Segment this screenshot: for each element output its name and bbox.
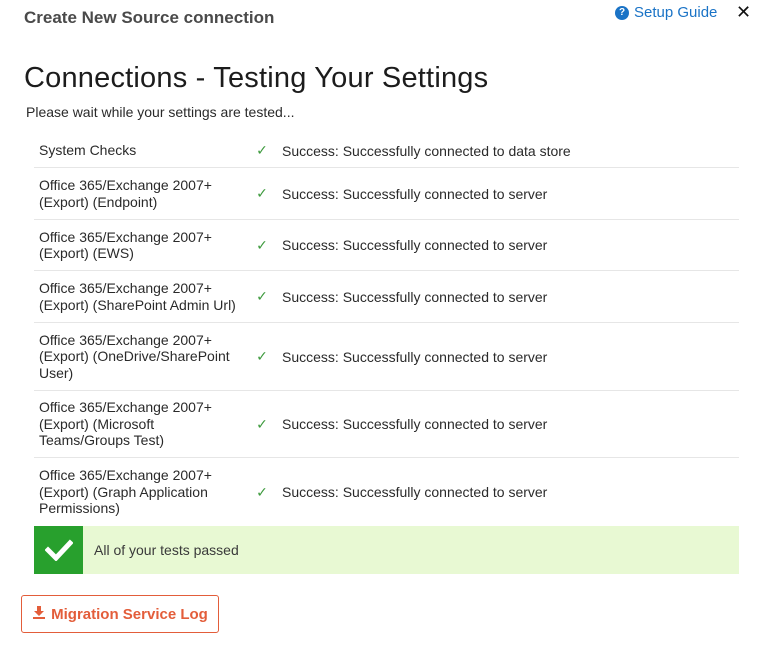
log-button-label: Migration Service Log — [51, 605, 208, 623]
test-message: Success: Successfully connected to serve… — [282, 484, 548, 500]
test-message: Success: Successfully connected to serve… — [282, 416, 548, 432]
test-message: Success: Successfully connected to serve… — [282, 288, 548, 305]
test-name: Office 365/Exchange 2007+ (Export) (Micr… — [39, 399, 212, 449]
test-message: Success: Successfully connected to data … — [282, 142, 571, 159]
test-name: Office 365/Exchange 2007+ (Export) (Grap… — [39, 467, 212, 517]
table-row: Office 365/Exchange 2007+ (Export) (Micr… — [34, 391, 739, 458]
test-name: Office 365/Exchange 2007+ (Export) (EWS) — [39, 228, 212, 262]
table-row: Office 365/Exchange 2007+ (Export) (OneD… — [34, 323, 739, 391]
tests-passed-text: All of your tests passed — [94, 542, 239, 558]
setup-guide-label: Setup Guide — [634, 4, 718, 21]
test-message: Success: Successfully connected to serve… — [282, 185, 548, 202]
table-row: Office 365/Exchange 2007+ (Export) (Grap… — [34, 458, 739, 526]
table-row: Office 365/Exchange 2007+ (Export) (Endp… — [34, 168, 739, 220]
check-icon — [34, 526, 83, 574]
check-icon: ✓ — [256, 288, 268, 304]
help-icon: ? — [615, 5, 629, 20]
check-icon: ✓ — [256, 142, 268, 158]
check-icon: ✓ — [256, 348, 268, 364]
table-row: System Checks ✓ Success: Successfully co… — [34, 134, 739, 168]
download-icon — [32, 605, 46, 623]
test-name: Office 365/Exchange 2007+ (Export) (OneD… — [39, 331, 230, 381]
check-icon: ✓ — [256, 236, 268, 253]
tests-passed-banner: All of your tests passed — [34, 526, 739, 574]
test-name: Office 365/Exchange 2007+ (Export) (Endp… — [39, 177, 212, 210]
dialog-title: Create New Source connection — [24, 8, 275, 27]
setup-guide-link[interactable]: ? Setup Guide — [615, 4, 717, 21]
test-name: Office 365/Exchange 2007+ (Export) (Shar… — [39, 280, 236, 313]
migration-service-log-button[interactable]: Migration Service Log — [21, 595, 219, 633]
page-title: Connections - Testing Your Settings — [24, 62, 489, 94]
check-icon: ✓ — [256, 415, 268, 432]
close-icon[interactable]: ✕ — [736, 2, 751, 23]
test-message: Success: Successfully connected to serve… — [282, 348, 548, 365]
check-icon: ✓ — [256, 185, 268, 201]
table-row: Office 365/Exchange 2007+ (Export) (Shar… — [34, 271, 739, 323]
check-icon: ✓ — [256, 483, 268, 500]
page-subtitle: Please wait while your settings are test… — [26, 104, 295, 120]
test-message: Success: Successfully connected to serve… — [282, 237, 548, 253]
test-name: System Checks — [39, 142, 137, 159]
test-results-table: System Checks ✓ Success: Successfully co… — [34, 134, 739, 526]
table-row: Office 365/Exchange 2007+ (Export) (EWS)… — [34, 220, 739, 271]
